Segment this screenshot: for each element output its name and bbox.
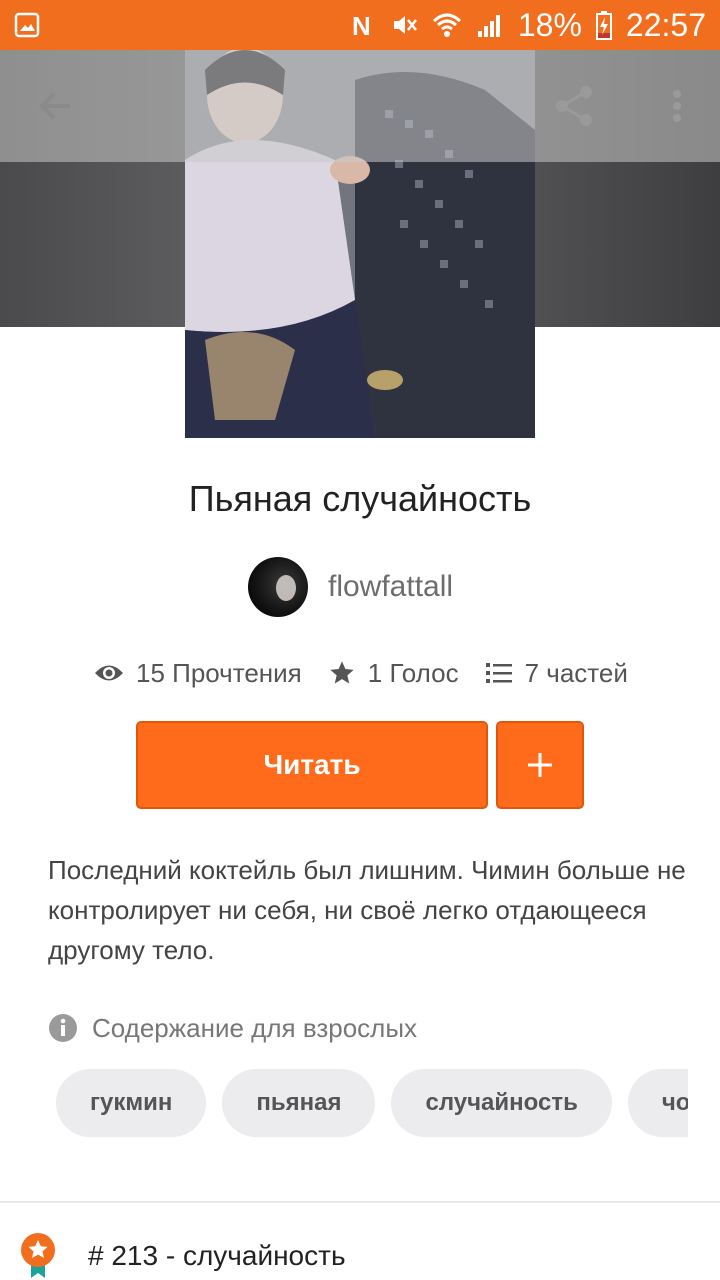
plus-icon [528, 753, 552, 777]
author-row[interactable]: flowfattall [248, 557, 453, 617]
arrow-back-icon [39, 92, 70, 120]
status-bar: N 18% 22:57 [0, 0, 720, 50]
tag-chip[interactable]: чонгуки [627, 1069, 688, 1137]
story-description: Последний коктейль был лишним. Чимин бол… [48, 855, 686, 965]
battery-charging-icon [595, 10, 612, 40]
more-options-button[interactable] [662, 80, 692, 132]
tag-chip[interactable]: гукмин [56, 1069, 207, 1137]
share-icon [556, 86, 592, 126]
ranking-row[interactable]: # 213 - случайность [20, 1232, 346, 1280]
toolbar [0, 50, 720, 162]
ranking-badge-icon [20, 1232, 56, 1280]
parts-stat[interactable]: 7 частей [485, 658, 628, 689]
story-title: Пьяная случайность [188, 478, 532, 519]
signal-icon [476, 11, 504, 39]
clock: 22:57 [625, 6, 706, 43]
read-button[interactable]: Читать [136, 721, 488, 809]
add-to-library-button[interactable] [496, 721, 584, 809]
reads-stat: 15 Прочтения [94, 658, 302, 689]
author-name[interactable]: flowfattall [328, 570, 453, 604]
tag-chip[interactable]: случайность [391, 1069, 612, 1137]
list-icon [485, 663, 512, 683]
reads-count: 15 Прочтения [136, 657, 302, 688]
tags-scroller[interactable]: гукмин пьяная случайность чонгуки [56, 1069, 688, 1137]
more-vert-icon [673, 90, 681, 122]
gallery-notification-icon [14, 12, 40, 38]
info-icon [49, 1014, 77, 1042]
svg-text:N: N [352, 11, 371, 39]
ranking-text: # 213 - случайность [88, 1240, 346, 1271]
mature-label: Содержание для взрослых [92, 1012, 418, 1043]
star-icon [330, 661, 354, 684]
battery-percent: 18% [517, 6, 582, 43]
back-button[interactable] [30, 80, 82, 132]
parts-count: 7 частей [524, 657, 628, 688]
avatar[interactable] [248, 557, 308, 617]
votes-count: 1 Голос [367, 657, 459, 688]
wifi-icon [432, 11, 462, 39]
mature-content-notice: Содержание для взрослых [48, 1008, 417, 1048]
tag-chip[interactable]: пьяная [222, 1069, 376, 1137]
share-button[interactable] [548, 80, 600, 132]
story-stats: 15 Прочтения 1 Голос 7 частей [94, 650, 628, 696]
votes-stat: 1 Голос [328, 658, 459, 689]
nfc-icon: N [350, 11, 376, 39]
divider [0, 1201, 720, 1203]
mute-icon [390, 11, 418, 39]
eye-icon [95, 665, 123, 681]
